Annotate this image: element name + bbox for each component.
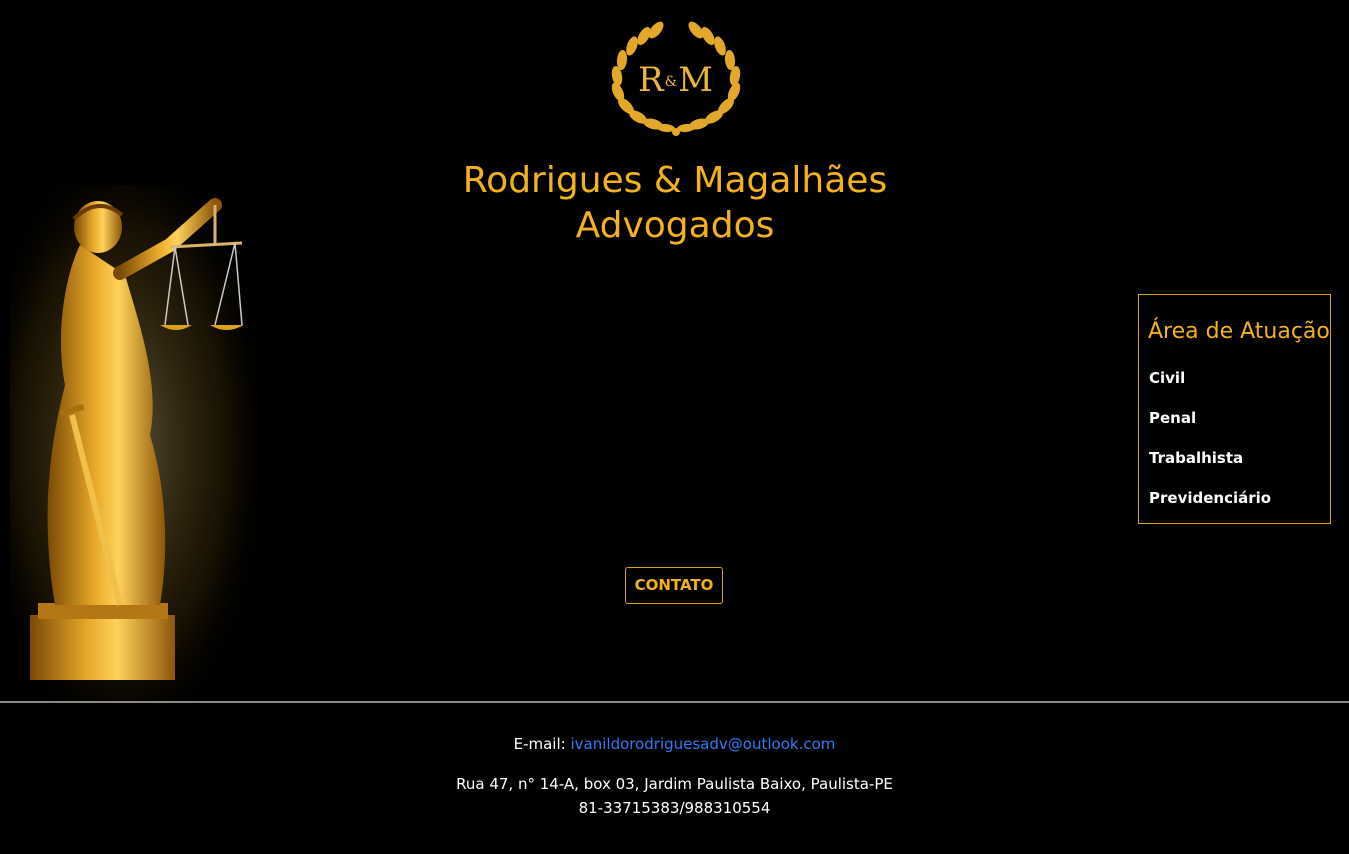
page-title: Rodrigues & Magalhães Advogados <box>380 158 970 248</box>
footer-phone: 81-33715383/988310554 <box>578 799 771 817</box>
lady-justice-icon <box>10 185 260 705</box>
email-label: E-mail: <box>513 735 566 753</box>
page: R&M Rodrigues & Magalhães Advogados Área… <box>0 0 1349 854</box>
footer-divider <box>0 701 1349 703</box>
logo-ampersand: & <box>664 74 679 90</box>
logo-letter-r: R <box>638 60 665 100</box>
contact-button[interactable]: CONTATO <box>625 567 723 604</box>
practice-area-previdenciario[interactable]: Previdenciário <box>1149 489 1271 507</box>
practice-area-trabalhista[interactable]: Trabalhista <box>1149 449 1243 467</box>
lady-justice-statue-image <box>10 185 260 705</box>
logo-monogram: R&M <box>608 60 744 102</box>
practice-area-civil[interactable]: Civil <box>1149 369 1185 387</box>
footer-email-line: E-mail: ivanildorodriguesadv@outlook.com <box>0 732 1349 756</box>
footer-address: Rua 47, n° 14-A, box 03, Jardim Paulista… <box>456 775 893 793</box>
page-title-line1: Rodrigues & Magalhães <box>462 160 888 201</box>
logo-letter-m: M <box>678 60 714 100</box>
logo: R&M <box>608 20 744 138</box>
email-link[interactable]: ivanildorodriguesadv@outlook.com <box>570 735 835 753</box>
practice-areas-panel: Área de Atuação Civil Penal Trabalhista … <box>1138 294 1331 524</box>
practice-areas-title: Área de Atuação <box>1148 319 1330 344</box>
practice-area-penal[interactable]: Penal <box>1149 409 1196 427</box>
footer: E-mail: ivanildorodriguesadv@outlook.com… <box>0 732 1349 820</box>
page-title-line2: Advogados <box>575 205 775 246</box>
